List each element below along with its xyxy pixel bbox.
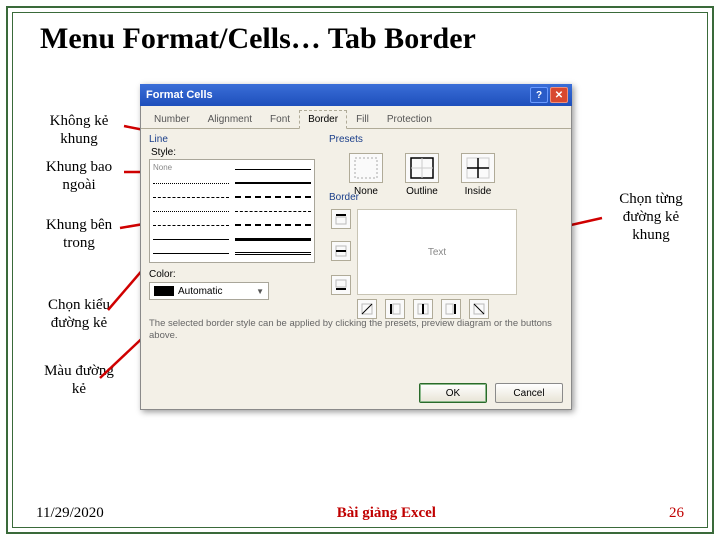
tab-number[interactable]: Number bbox=[145, 110, 199, 128]
border-middle-v-icon bbox=[416, 302, 430, 316]
line-style-dash-dot-dot[interactable] bbox=[153, 225, 229, 226]
line-group-label: Line bbox=[149, 134, 315, 145]
callout-inside: Khung bên trong bbox=[30, 216, 128, 252]
line-style-slanted[interactable] bbox=[153, 239, 229, 240]
presets-group: Presets None Outline bbox=[329, 134, 563, 199]
line-style-medium[interactable] bbox=[235, 182, 311, 184]
border-diag-down-icon bbox=[472, 302, 486, 316]
slide-title: Menu Format/Cells… Tab Border bbox=[40, 22, 476, 56]
footer-page: 26 bbox=[669, 505, 684, 522]
border-middle-v-button[interactable] bbox=[413, 299, 433, 319]
border-right-icon bbox=[444, 302, 458, 316]
preset-none-button[interactable] bbox=[349, 153, 383, 183]
border-top-button[interactable] bbox=[331, 209, 351, 229]
color-group: Color: Automatic ▼ bbox=[149, 269, 315, 300]
border-top-icon bbox=[334, 212, 348, 226]
tab-font[interactable]: Font bbox=[261, 110, 299, 128]
border-bottom-button[interactable] bbox=[331, 275, 351, 295]
line-style-thick[interactable] bbox=[235, 238, 311, 241]
dialog-titlebar[interactable]: Format Cells ? ✕ bbox=[140, 84, 572, 106]
tab-border[interactable]: Border bbox=[299, 110, 347, 129]
preset-inside-icon bbox=[465, 156, 491, 180]
presets-label: Presets bbox=[329, 134, 563, 145]
tab-strip: Number Alignment Font Border Fill Protec… bbox=[141, 106, 571, 129]
line-style-medium-dashed[interactable] bbox=[235, 196, 311, 198]
line-style-hair[interactable] bbox=[153, 211, 229, 212]
color-swatch-icon bbox=[154, 286, 174, 296]
border-left-button[interactable] bbox=[385, 299, 405, 319]
preset-inside-button[interactable] bbox=[461, 153, 495, 183]
border-left-icon bbox=[388, 302, 402, 316]
slide-footer: 11/29/2020 Bài giảng Excel 26 bbox=[0, 505, 720, 522]
color-value: Automatic bbox=[178, 286, 222, 297]
cancel-button[interactable]: Cancel bbox=[495, 383, 563, 403]
tab-protection[interactable]: Protection bbox=[378, 110, 441, 128]
border-diag-down-button[interactable] bbox=[469, 299, 489, 319]
line-style-double[interactable] bbox=[235, 252, 311, 255]
close-button[interactable]: ✕ bbox=[550, 87, 568, 103]
help-button[interactable]: ? bbox=[530, 87, 548, 103]
color-dropdown[interactable]: Automatic ▼ bbox=[149, 282, 269, 300]
line-style-none[interactable]: None bbox=[153, 163, 229, 172]
callout-color: Màu đường kẻ bbox=[36, 362, 122, 398]
preview-text: Text bbox=[428, 247, 446, 258]
border-label: Border bbox=[329, 192, 563, 203]
tab-alignment[interactable]: Alignment bbox=[199, 110, 261, 128]
preset-none-icon bbox=[353, 156, 379, 180]
preset-outline-icon bbox=[409, 156, 435, 180]
callout-border: Chọn từng đường kẻ khung bbox=[606, 190, 696, 244]
hint-text: The selected border style can be applied… bbox=[149, 318, 563, 343]
border-middle-h-button[interactable] bbox=[331, 241, 351, 261]
border-bottom-icon bbox=[334, 278, 348, 292]
preset-outline-button[interactable] bbox=[405, 153, 439, 183]
chevron-down-icon: ▼ bbox=[256, 287, 264, 296]
dialog-title: Format Cells bbox=[146, 89, 528, 101]
line-style-dash-dot[interactable] bbox=[235, 211, 311, 212]
color-label: Color: bbox=[149, 269, 315, 280]
callout-outline: Khung bao ngoài bbox=[34, 158, 124, 194]
line-style-thin[interactable] bbox=[235, 169, 311, 170]
border-group: Border Text bbox=[329, 192, 563, 323]
border-middle-h-icon bbox=[334, 244, 348, 258]
border-panel: Line Style: None bbox=[149, 134, 563, 375]
border-diag-up-button[interactable] bbox=[357, 299, 377, 319]
format-cells-dialog: Format Cells ? ✕ Number Alignment Font B… bbox=[140, 84, 572, 410]
style-label: Style: bbox=[151, 147, 315, 158]
dialog-button-row: OK Cancel bbox=[419, 383, 563, 403]
line-style-solid[interactable] bbox=[153, 253, 229, 254]
callout-style: Chọn kiểu đường kẻ bbox=[30, 296, 128, 332]
border-preview[interactable]: Text bbox=[357, 209, 517, 295]
line-style-medium-dash-dot[interactable] bbox=[235, 224, 311, 226]
line-style-dotted[interactable] bbox=[153, 183, 229, 184]
border-diag-up-icon bbox=[360, 302, 374, 316]
ok-button[interactable]: OK bbox=[419, 383, 487, 403]
line-style-list[interactable]: None bbox=[149, 159, 315, 263]
tab-fill[interactable]: Fill bbox=[347, 110, 378, 128]
border-right-button[interactable] bbox=[441, 299, 461, 319]
line-group: Line Style: None bbox=[149, 134, 315, 300]
dialog-body: Number Alignment Font Border Fill Protec… bbox=[140, 106, 572, 410]
footer-date: 11/29/2020 bbox=[36, 505, 104, 522]
line-style-dashed[interactable] bbox=[153, 197, 229, 198]
callout-none: Không kẻ khung bbox=[34, 112, 124, 148]
footer-title: Bài giảng Excel bbox=[337, 505, 436, 522]
